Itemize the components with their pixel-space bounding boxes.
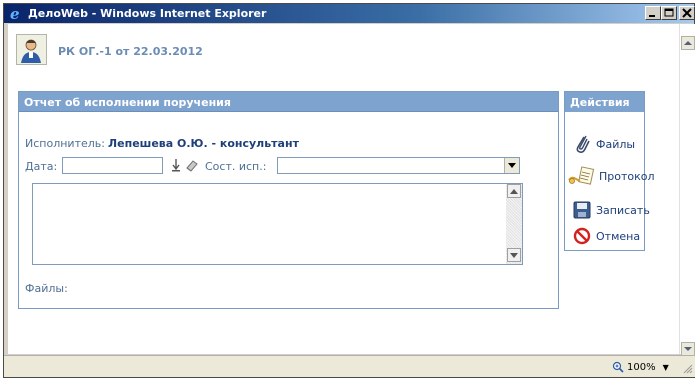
internet-explorer-icon: e — [10, 6, 20, 21]
report-panel: Отчет об исполнении поручения Исполнител… — [18, 91, 559, 309]
floppy-disk-icon — [571, 200, 593, 220]
files-action-label: Файлы — [596, 137, 636, 151]
zoom-icon — [612, 361, 624, 373]
page-scrollbar[interactable] — [679, 24, 695, 356]
person-icon — [17, 35, 46, 64]
protocol-icon — [568, 166, 596, 186]
minimize-button[interactable] — [645, 6, 661, 20]
textarea-scroll-up[interactable] — [507, 184, 521, 198]
actions-panel-header: Действия — [565, 92, 644, 112]
window-titlebar: e ДелоWeb - Windows Internet Explorer — [4, 4, 695, 23]
document-avatar — [16, 34, 47, 65]
report-textarea[interactable] — [32, 183, 523, 265]
actions-panel: Действия Файлы Протокол Записать Отмена — [564, 91, 655, 251]
zoom-level: 100% — [627, 361, 656, 373]
paperclip-icon — [571, 134, 593, 154]
zoom-control[interactable]: 100% ▼ — [612, 359, 669, 375]
textarea-scrollbar[interactable] — [506, 184, 522, 264]
executor-label: Исполнитель: — [25, 137, 105, 150]
chevron-down-icon — [508, 163, 516, 168]
calendar-pick-icon[interactable] — [169, 158, 183, 172]
svg-text:e: e — [10, 6, 20, 21]
close-button[interactable] — [679, 6, 695, 20]
maximize-icon — [664, 8, 674, 17]
protocol-action-label: Протокол — [599, 169, 655, 183]
date-input[interactable] — [62, 157, 163, 174]
close-icon — [682, 8, 692, 18]
date-label: Дата: — [25, 160, 58, 173]
cancel-action[interactable]: Отмена — [571, 226, 640, 246]
resize-grip-icon[interactable] — [681, 362, 693, 374]
save-action[interactable]: Записать — [571, 200, 650, 220]
files-action[interactable]: Файлы — [571, 134, 635, 154]
eraser-icon[interactable] — [185, 158, 199, 172]
maximize-button[interactable] — [661, 6, 677, 20]
scroll-down-button[interactable] — [681, 342, 695, 356]
protocol-action[interactable]: Протокол — [568, 166, 655, 186]
status-select[interactable] — [277, 157, 520, 174]
status-dropdown-button[interactable] — [504, 158, 519, 173]
status-bar: 100% ▼ — [4, 355, 695, 377]
executor-name: Лепешева О.Ю. - консультант — [108, 137, 299, 150]
arrow-down-icon — [684, 347, 692, 351]
cancel-icon — [571, 226, 593, 246]
arrow-down-icon — [510, 252, 518, 258]
status-label: Сост. исп.: — [205, 160, 267, 173]
zoom-dropdown-icon[interactable]: ▼ — [663, 363, 669, 372]
arrow-up-icon — [510, 188, 518, 194]
textarea-scroll-down[interactable] — [507, 248, 521, 262]
files-label: Файлы: — [25, 282, 68, 295]
minimize-icon — [649, 15, 655, 17]
save-action-label: Записать — [596, 203, 650, 217]
scroll-up-button[interactable] — [681, 36, 695, 50]
arrow-up-icon — [684, 41, 692, 45]
window-title: ДелоWeb - Windows Internet Explorer — [28, 7, 267, 20]
document-title: РК ОГ.-1 от 22.03.2012 — [58, 45, 203, 58]
cancel-action-label: Отмена — [596, 229, 641, 243]
report-panel-header: Отчет об исполнении поручения — [19, 92, 558, 112]
